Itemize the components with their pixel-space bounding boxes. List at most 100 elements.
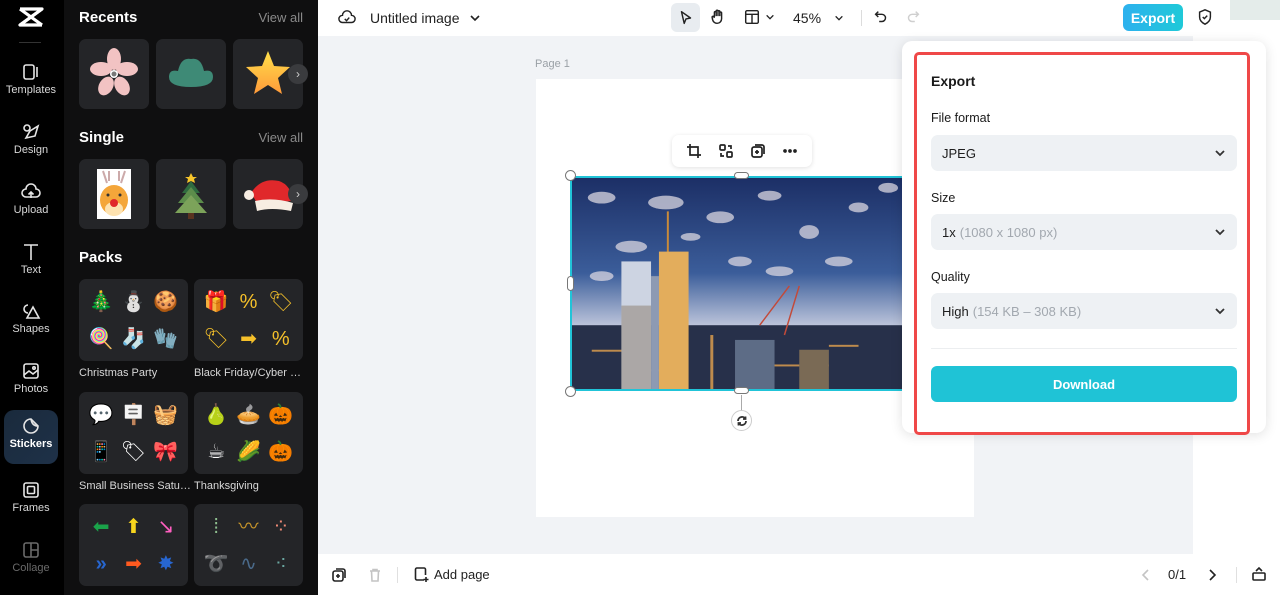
capcut-logo-icon[interactable] xyxy=(17,6,45,28)
design-icon xyxy=(23,124,40,140)
page-manager-button[interactable] xyxy=(1251,566,1267,582)
add-page-button[interactable]: Add page xyxy=(413,566,490,582)
pack-sticker: ➡ xyxy=(240,327,257,350)
rail-item-text[interactable]: Text xyxy=(4,236,58,290)
security-button[interactable] xyxy=(1194,6,1216,28)
rail-item-frames[interactable]: Frames xyxy=(4,474,58,528)
sticker-tile-reindeer[interactable] xyxy=(79,159,149,229)
quality-detail: (154 KB – 308 KB) xyxy=(972,303,1082,319)
trash-icon xyxy=(370,568,380,582)
pack-sticker: 🎃 xyxy=(268,440,294,463)
pack-doodles[interactable]: ⁞ 〰 ⁘ ➰ ∿ ⁖ xyxy=(194,504,303,586)
zoom-select[interactable]: 45% xyxy=(793,7,844,29)
select-tool-button[interactable] xyxy=(671,3,700,32)
pointer-icon xyxy=(680,10,691,24)
recents-view-all-link[interactable]: View all xyxy=(258,10,303,25)
sticker-icon xyxy=(23,418,39,434)
crop-icon xyxy=(687,144,701,158)
single-view-all-link[interactable]: View all xyxy=(258,130,303,145)
layout-menu-button[interactable] xyxy=(743,6,775,28)
crop-button[interactable] xyxy=(683,140,705,162)
export-button[interactable]: Export xyxy=(1123,4,1183,31)
doc-title-button[interactable]: Untitled image xyxy=(370,7,481,29)
avatar-area[interactable] xyxy=(1230,0,1280,20)
pack-sticker: 🏷 xyxy=(120,440,147,463)
pack-small-business-saturday[interactable]: 💬 🪧 🧺 📱 🏷 🎀 xyxy=(79,392,188,474)
single-heading: Single xyxy=(79,129,125,146)
resize-handle-bottom[interactable] xyxy=(734,387,749,394)
pack-label: Black Friday/Cyber M... xyxy=(194,367,306,379)
file-format-label: File format xyxy=(931,111,991,125)
pack-label: Small Business Saturd... xyxy=(79,480,191,492)
sticker-tile-flower[interactable] xyxy=(79,39,149,109)
cloud-check-icon xyxy=(338,10,356,24)
undo-button[interactable] xyxy=(870,6,892,28)
text-icon xyxy=(24,244,38,260)
pack-arrows[interactable]: ⬅ ⬆ ↘ » ➡ ✸ xyxy=(79,504,188,586)
pack-sticker: 💬 xyxy=(88,403,114,426)
size-select[interactable]: 1x (1080 x 1080 px) xyxy=(931,214,1237,250)
size-detail: (1080 x 1080 px) xyxy=(959,224,1058,240)
file-format-select[interactable]: JPEG xyxy=(931,135,1237,171)
replace-icon xyxy=(719,144,733,158)
next-page-button[interactable] xyxy=(1204,567,1220,583)
pack-black-friday[interactable]: 🎁 % 🏷 🏷 ➡ % xyxy=(194,279,303,361)
rail-item-upload[interactable]: Upload xyxy=(4,176,58,230)
rail-item-label: Upload xyxy=(13,204,49,216)
duplicate-page-button[interactable] xyxy=(331,567,347,583)
rail-item-photos[interactable]: Photos xyxy=(4,355,58,409)
selected-image-cityscape[interactable] xyxy=(570,176,904,391)
chevron-down-icon xyxy=(835,15,843,21)
pack-sticker: 🎁 xyxy=(203,290,229,313)
image-context-toolbar xyxy=(672,135,812,167)
pack-sticker: ✸ xyxy=(157,552,175,575)
redo-icon xyxy=(907,11,920,23)
rotate-handle[interactable] xyxy=(731,410,752,431)
pack-christmas-party[interactable]: 🎄 ⛄ 🍪 🍭 🧦 🧤 xyxy=(79,279,188,361)
pack-sticker: 📱 xyxy=(88,440,114,463)
pack-sticker: ⛄ xyxy=(121,290,146,313)
pack-sticker: 🧤 xyxy=(153,327,179,350)
chevron-down-icon xyxy=(1215,150,1225,157)
delete-page-button[interactable] xyxy=(367,567,383,583)
hand-tool-button[interactable] xyxy=(706,5,730,29)
chevron-right-icon xyxy=(1209,569,1217,581)
rail-item-label: Stickers xyxy=(9,438,53,450)
reindeer-sticker-icon xyxy=(97,169,131,219)
rail-item-templates[interactable]: Templates xyxy=(4,56,58,110)
toolbar-divider xyxy=(861,10,862,26)
cloud-sync-button[interactable] xyxy=(336,7,358,29)
star-sticker-icon xyxy=(246,51,290,94)
hand-icon xyxy=(711,9,723,25)
resize-handle-top[interactable] xyxy=(734,172,749,179)
previous-page-button[interactable] xyxy=(1138,567,1154,583)
replace-button[interactable] xyxy=(715,140,737,162)
single-next-button[interactable]: › xyxy=(288,184,308,204)
pack-sticker: ⁖ xyxy=(274,552,287,575)
rail-item-shapes[interactable]: Shapes xyxy=(4,295,58,349)
chevron-left-icon xyxy=(1141,569,1149,581)
pack-thanksgiving[interactable]: 🍐 🥧 🎃 ☕ 🌽 🎃 xyxy=(194,392,303,474)
pack-sticker: ∿ xyxy=(240,552,257,575)
sticker-tile-plant[interactable] xyxy=(156,39,226,109)
rail-item-design[interactable]: Design xyxy=(4,116,58,170)
download-button[interactable]: Download xyxy=(931,366,1237,402)
rail-item-stickers[interactable]: Stickers xyxy=(4,410,58,464)
redo-button[interactable] xyxy=(902,6,924,28)
pack-sticker: 🪧 xyxy=(121,403,146,426)
rail-item-collage[interactable]: Collage xyxy=(4,534,58,588)
quality-select[interactable]: High (154 KB – 308 KB) xyxy=(931,293,1237,329)
recents-next-button[interactable]: › xyxy=(288,64,308,84)
rail-item-label: Photos xyxy=(13,383,49,395)
bottom-divider xyxy=(1236,567,1237,583)
more-options-button[interactable] xyxy=(779,140,801,162)
sticker-tile-christmas-tree[interactable] xyxy=(156,159,226,229)
resize-handle-left[interactable] xyxy=(567,276,574,291)
recents-heading: Recents xyxy=(79,9,138,26)
resize-handle-bottom-left[interactable] xyxy=(565,386,576,397)
pack-sticker: 🧺 xyxy=(153,403,179,426)
resize-handle-top-left[interactable] xyxy=(565,170,576,181)
duplicate-button[interactable] xyxy=(747,140,769,162)
cityscape-photo xyxy=(572,178,902,389)
pack-sticker: ⬆ xyxy=(125,515,142,538)
